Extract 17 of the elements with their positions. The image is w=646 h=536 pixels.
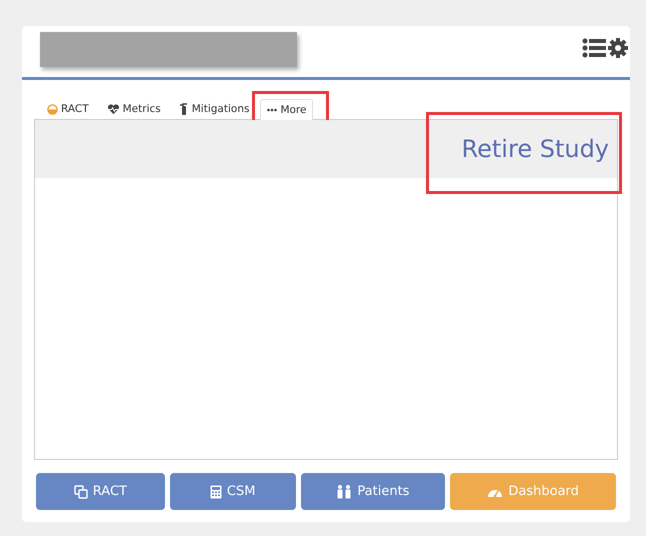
tab[interactable]: Metrics (100, 98, 168, 119)
calculator-icon (210, 484, 222, 498)
nav-button[interactable]: CSM (170, 473, 296, 510)
tab[interactable]: More (260, 99, 314, 120)
ellipsis-icon (267, 108, 278, 112)
heartbeat-icon (106, 104, 120, 114)
nav-button[interactable]: RACT (36, 473, 165, 510)
list-icon[interactable] (582, 38, 606, 58)
extinguisher-icon (178, 103, 189, 115)
half-circle-icon (47, 104, 58, 114)
copy-icon (74, 484, 88, 498)
settings-icon[interactable] (608, 38, 628, 58)
tab[interactable]: Mitigations (172, 98, 256, 119)
retire-study-link[interactable]: Retire Study (462, 135, 609, 163)
tab[interactable]: RACT (40, 98, 96, 119)
people-icon (336, 484, 352, 498)
nav-button[interactable]: Patients (300, 473, 446, 510)
